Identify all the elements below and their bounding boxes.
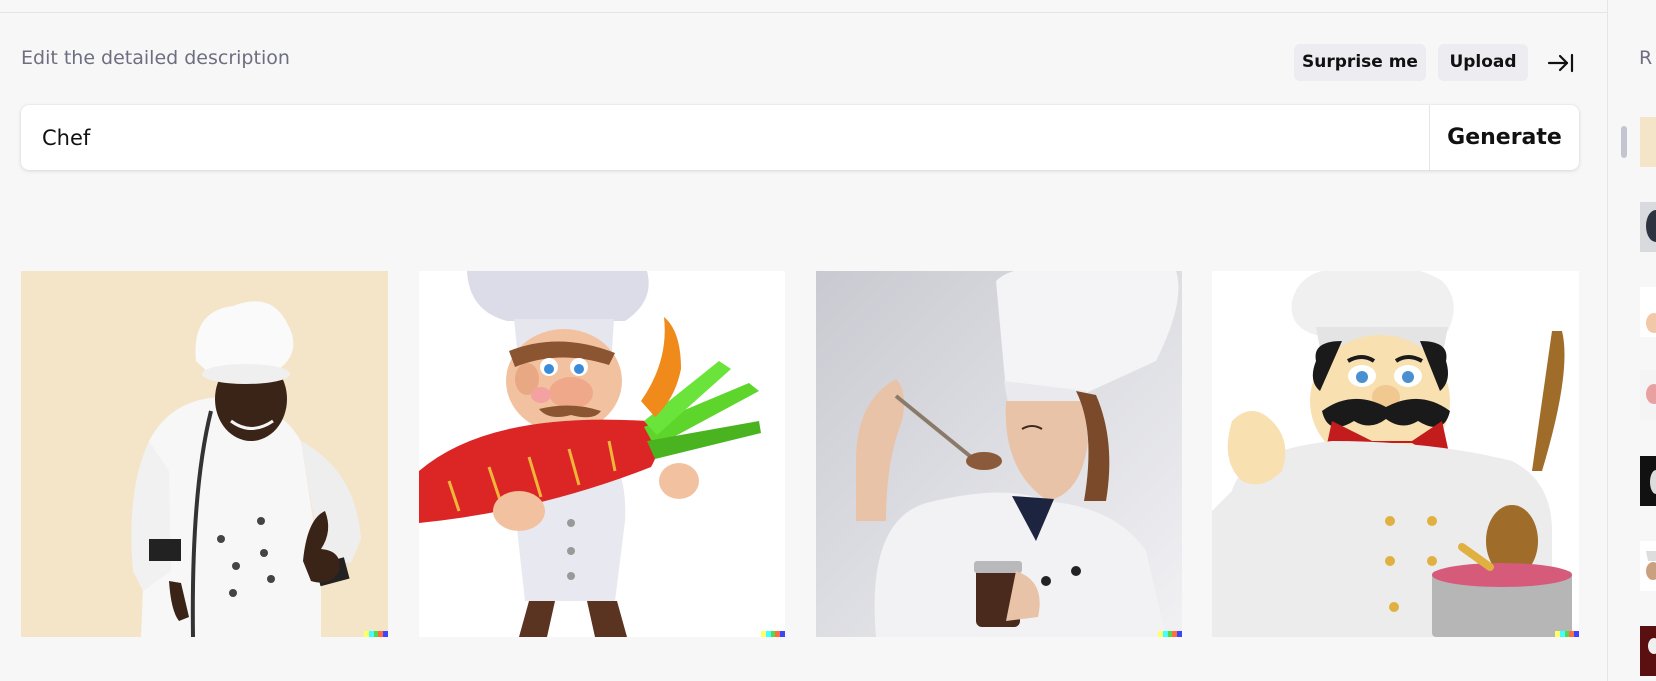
signature-mark [364, 631, 388, 637]
history-thumb-art [1640, 626, 1656, 676]
surprise-me-button[interactable]: Surprise me [1294, 44, 1426, 81]
prompt-box: Generate [21, 105, 1579, 170]
chef-tasting-image [816, 271, 1182, 637]
prompt-input[interactable] [42, 105, 1422, 170]
upload-button[interactable]: Upload [1438, 44, 1528, 81]
chef-photo-image [21, 271, 388, 637]
history-thumb-art [1640, 202, 1656, 252]
history-thumb-art [1640, 456, 1656, 506]
history-thumb-art [1640, 370, 1656, 420]
result-image-2[interactable] [419, 271, 785, 637]
history-thumbnail-3[interactable] [1640, 287, 1656, 337]
history-thumb-art [1640, 287, 1656, 337]
history-thumb-art [1640, 541, 1656, 591]
history-thumbnail-7[interactable] [1640, 626, 1656, 676]
history-scrollbar[interactable] [1621, 126, 1627, 158]
cartoon-chef-mustache-image [1212, 271, 1579, 637]
top-divider [0, 12, 1607, 13]
history-thumbnail-4[interactable] [1640, 370, 1656, 420]
signature-mark [761, 631, 785, 637]
history-thumbnail-6[interactable] [1640, 541, 1656, 591]
signature-mark [1158, 631, 1182, 637]
main-area: Edit the detailed description Surprise m… [0, 0, 1607, 681]
history-thumbnail-2[interactable] [1640, 202, 1656, 252]
history-panel: R [1607, 0, 1656, 681]
generate-button[interactable]: Generate [1430, 105, 1579, 170]
result-image-4[interactable] [1212, 271, 1579, 637]
cartoon-chef-image [419, 271, 785, 637]
history-thumbnail-5[interactable] [1640, 456, 1656, 506]
history-label: R [1639, 47, 1653, 69]
result-image-3[interactable] [816, 271, 1182, 637]
prompt-label: Edit the detailed description [21, 47, 290, 69]
result-image-1[interactable] [21, 271, 388, 637]
history-thumbnail-1[interactable] [1640, 117, 1656, 167]
signature-mark [1555, 631, 1579, 637]
collapse-panel-icon[interactable] [1547, 52, 1575, 74]
